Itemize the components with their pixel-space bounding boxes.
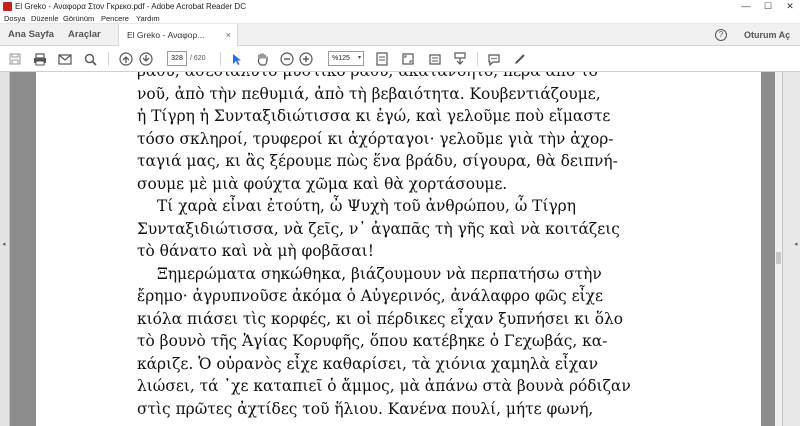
scroll-mode-icon[interactable]	[452, 51, 468, 67]
menu-window[interactable]: Pencere	[101, 13, 129, 24]
zoom-out-icon[interactable]	[279, 51, 295, 67]
menu-file[interactable]: Dosya	[4, 13, 25, 24]
left-panel[interactable]: ◂	[0, 72, 10, 426]
text-line: σουμε μὲ μιὰ φούχτα χῶμα καὶ θὰ χορτάσου…	[137, 174, 508, 193]
help-icon[interactable]: ?	[715, 29, 727, 41]
toolbar: 328 / 620 %125 ▾	[0, 46, 800, 72]
tab-document[interactable]: El Greko - Αναφορ... ×	[118, 24, 238, 47]
window-title: El Greko - Αναφορα Στον Γκρεκο.pdf - Ado…	[15, 2, 246, 11]
save-icon[interactable]	[7, 51, 23, 67]
acrobat-logo-icon	[3, 2, 12, 11]
tab-document-label: El Greko - Αναφορ...	[127, 30, 205, 40]
text-line: ταγιά μας, κι ἂς ξέρουμε πὼς ἕνα βράδυ, …	[137, 152, 618, 170]
text-line: κιόλα πιάσει τὶς κορφές, κι οἱ πέρδικες …	[137, 309, 624, 328]
next-page-icon[interactable]	[138, 51, 154, 67]
tab-home[interactable]: Ana Sayfa	[8, 24, 54, 46]
title-bar: El Greko - Αναφορα Στον Γκρεκο.pdf - Ado…	[0, 0, 800, 13]
text-line: τὸ βουνὸ τῆς Ἁγίας Κορυφῆς, ὅπου κατέβηκ…	[137, 332, 608, 350]
toolbar-divider	[220, 52, 221, 66]
close-window-button[interactable]: ✕	[779, 0, 800, 13]
previous-page-icon[interactable]	[118, 51, 134, 67]
text-line: νοῦ, ἀπὸ τὴν πεθυμιά, ἀπὸ τὴ βεβαιότητα.…	[137, 84, 601, 103]
zoom-in-icon[interactable]	[298, 51, 314, 67]
select-cursor-icon[interactable]	[229, 51, 245, 67]
minimize-button[interactable]: —	[735, 0, 757, 13]
page-number-input[interactable]: 328	[167, 51, 187, 66]
highlight-pen-icon[interactable]	[512, 51, 528, 67]
pdf-page: βάθυ, ἀσέσιαλυτο μυστικό ράθυ, ἀκατανόητ…	[36, 72, 761, 426]
menu-edit[interactable]: Düzenle	[31, 13, 59, 24]
zoom-level-value: %125	[332, 55, 350, 62]
tab-bar: Ana Sayfa Araçlar El Greko - Αναφορ... ×…	[0, 24, 800, 47]
toolbar-divider	[477, 52, 478, 66]
chevron-down-icon: ▾	[357, 55, 361, 61]
expand-left-panel-icon[interactable]: ◂	[2, 240, 6, 248]
expand-right-panel-icon[interactable]: ◂	[794, 240, 798, 248]
menu-view[interactable]: Görünüm	[63, 13, 94, 24]
search-icon[interactable]	[82, 51, 98, 67]
sign-in-button[interactable]: Oturum Aç	[744, 24, 790, 46]
toolbar-divider	[108, 52, 109, 66]
vertical-scrollbar[interactable]	[775, 72, 782, 426]
page-total: / 620	[190, 55, 206, 62]
tab-tools[interactable]: Araçlar	[68, 24, 101, 46]
hand-tool-icon[interactable]	[254, 51, 270, 67]
email-icon[interactable]	[57, 51, 73, 67]
menu-help[interactable]: Yardım	[136, 13, 160, 24]
text-line: Συνταξιδιώτισσα, νὰ ζεῖς, ν᾿ ἀγαπᾶς τὴ γ…	[137, 219, 620, 238]
zoom-level-select[interactable]: %125 ▾	[328, 51, 364, 66]
text-line: Τί χαρὰ εἶναι ἐτούτη, ὦ Ψυχὴ τοῦ ἀνθρώπο…	[157, 197, 576, 215]
tab-close-button[interactable]: ×	[226, 24, 231, 46]
scrollbar-thumb[interactable]	[776, 252, 781, 264]
maximize-button[interactable]: ☐	[757, 0, 779, 13]
full-screen-icon[interactable]	[400, 51, 416, 67]
right-panel[interactable]: ◂	[782, 72, 800, 426]
text-line: ἔρημο· ἀγρυπνοῦσε ἀκόμα ὁ Αὐγερινός, ἀνά…	[137, 287, 603, 305]
text-line: στὶς πρῶτες ἀχτίδες τοῦ ἥλιου. Κανένα πο…	[137, 399, 594, 418]
fit-page-icon[interactable]	[374, 51, 390, 67]
text-line: βάθυ, ἀσέσιαλυτο μυστικό ράθυ, ἀκατανόητ…	[137, 72, 617, 83]
text-line: λιώσει, τά ᾿χε καταπιεῖ ὁ ἄμμος, μὰ ἀπάν…	[137, 377, 631, 395]
comment-icon[interactable]	[486, 51, 502, 67]
rotate-icon[interactable]	[427, 51, 443, 67]
menu-bar: Dosya Düzenle Görünüm Pencere Yardım	[0, 13, 800, 24]
text-line: κάριζε. Ὁ οὐρανὸς εἶχε καθαρίσει, τὰ χιό…	[137, 354, 598, 373]
text-line: Ξημερώματα σηκώθηκα, βιάζουμουν νὰ περπα…	[157, 264, 602, 283]
print-icon[interactable]	[32, 51, 48, 67]
page-text: βάθυ, ἀσέσιαλυτο μυστικό ράθυ, ἀκατανόητ…	[137, 72, 631, 420]
text-line: τὸ θάνατο καὶ νὰ μὴ φοβᾶσαι!	[137, 242, 374, 260]
text-line: τόσο σκληροί, τρυφεροί κι ἀχόρταγοι· γελ…	[137, 129, 614, 148]
text-line: ἡ Τίγρη ἡ Συνταξιδιώτισσα κι ἐγώ, καὶ γε…	[137, 107, 611, 125]
